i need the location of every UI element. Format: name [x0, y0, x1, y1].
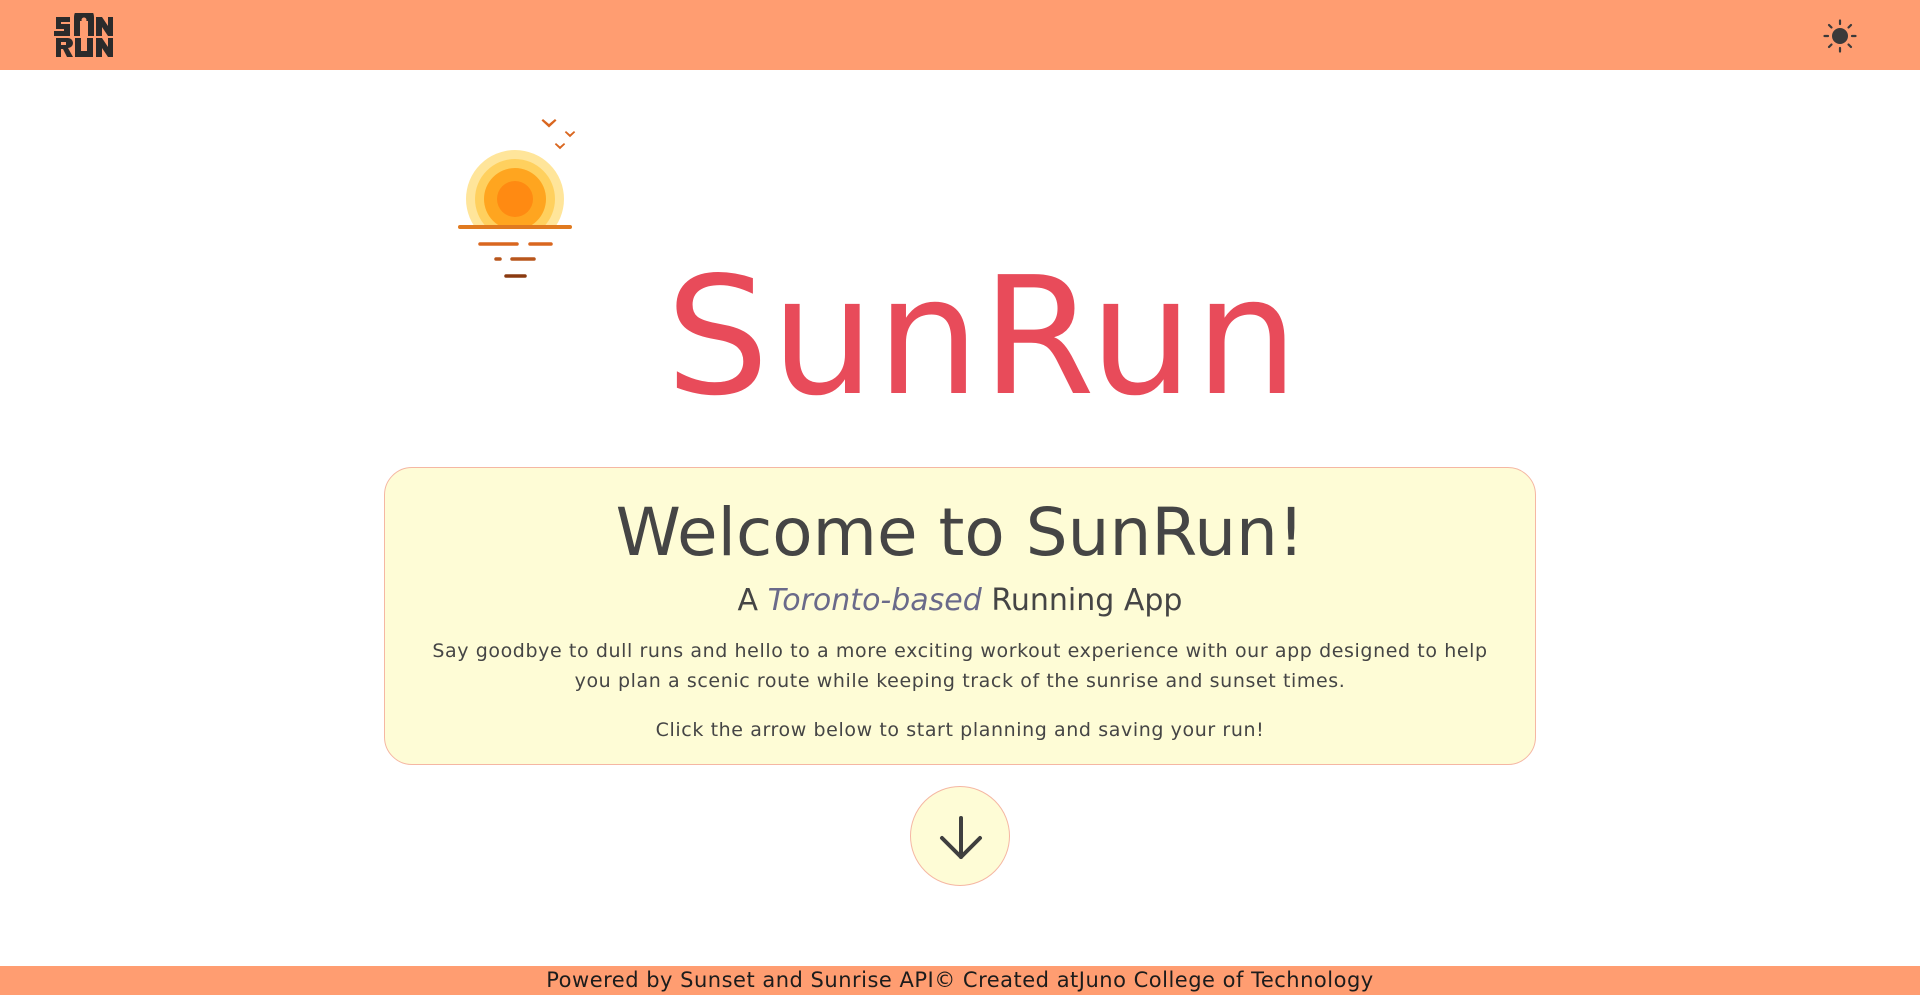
top-navbar: [0, 0, 1920, 70]
sunrun-logo-icon[interactable]: [54, 7, 114, 57]
tagline-city: Toronto-based: [767, 583, 982, 618]
tagline: A Toronto-based Running App: [385, 581, 1535, 621]
tagline-prefix: A: [737, 583, 759, 618]
footer-text: Powered by Sunset and Sunrise API© Creat…: [546, 968, 1374, 992]
cta-text: Click the arrow below to start planning …: [655, 719, 1265, 741]
welcome-card: Welcome to SunRun! A Toronto-based Runni…: [384, 467, 1536, 765]
sun-icon: [1823, 19, 1857, 56]
arrow-down-icon: [911, 816, 1011, 890]
footer: Powered by Sunset and Sunrise API© Creat…: [0, 966, 1920, 995]
hero-title: SunRun: [665, 243, 1301, 432]
welcome-heading: Welcome to SunRun!: [615, 494, 1305, 571]
tagline-suffix: Running App: [991, 583, 1183, 618]
scroll-down-button[interactable]: [910, 786, 1010, 886]
app-description: Say goodbye to dull runs and hello to a …: [432, 640, 1488, 692]
theme-toggle-button[interactable]: [1823, 19, 1857, 53]
